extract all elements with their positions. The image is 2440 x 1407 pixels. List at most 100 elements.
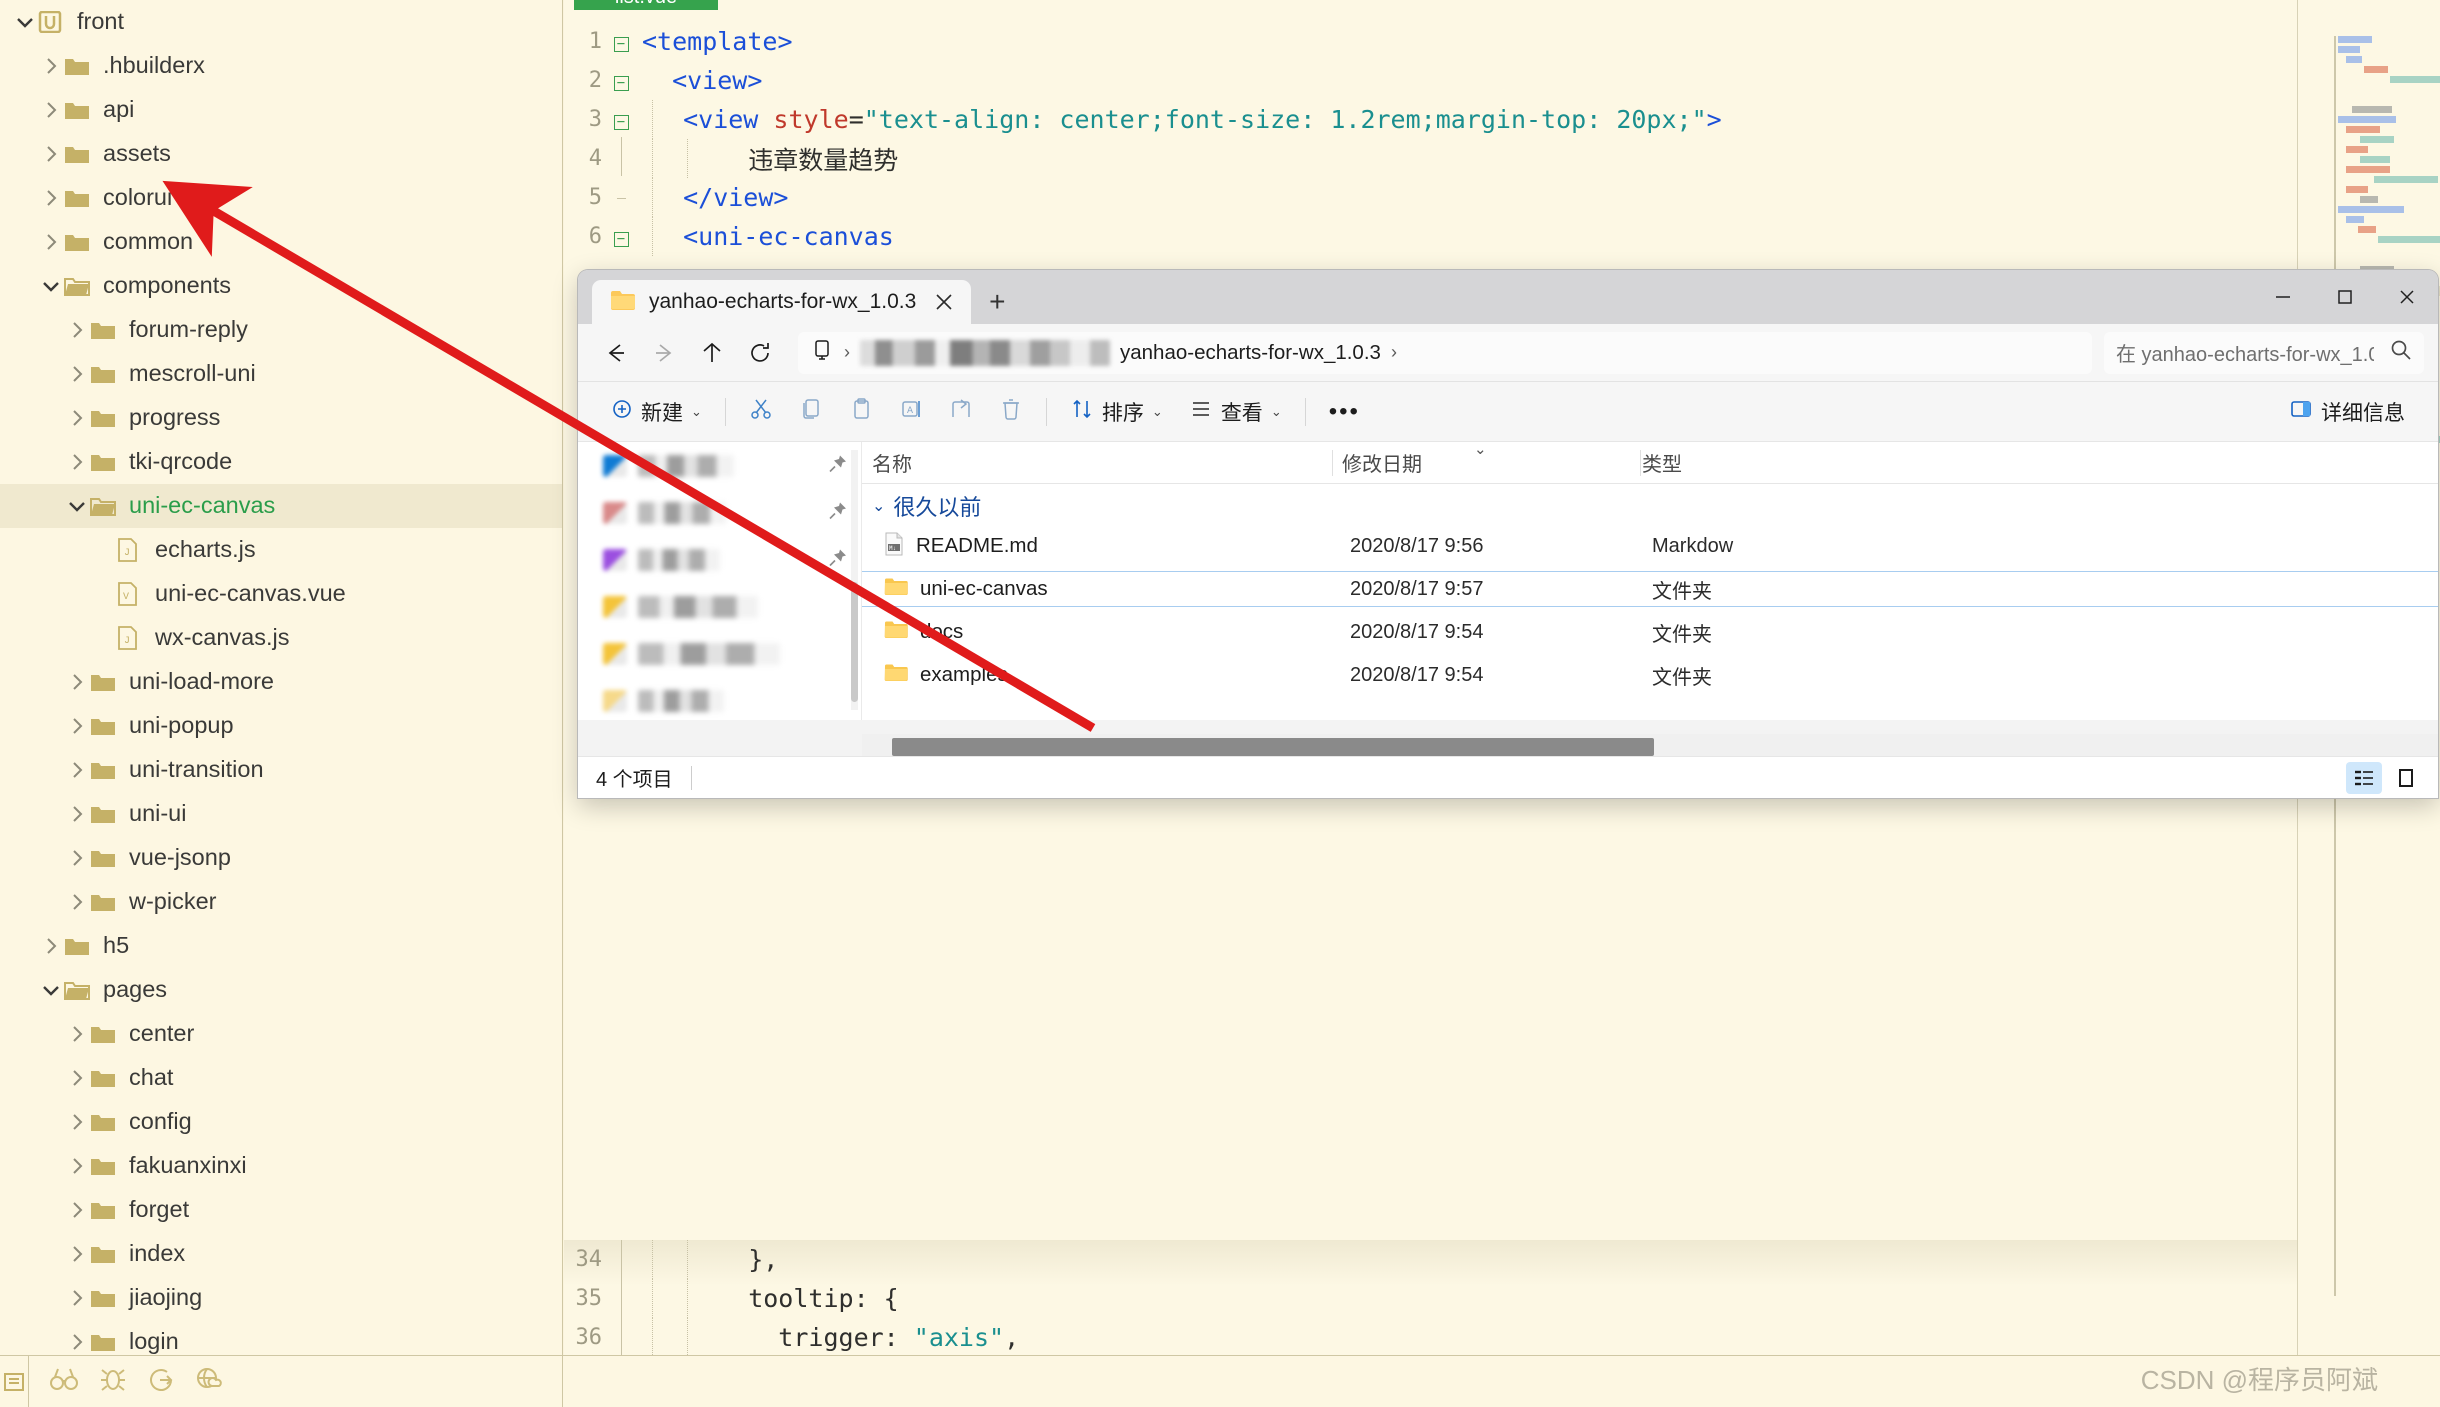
- large-icons-view-button[interactable]: [2388, 762, 2424, 794]
- ide-tool-icons[interactable]: [28, 1355, 563, 1407]
- tree-item-jiaojing[interactable]: jiaojing: [0, 1276, 562, 1320]
- chevron-right-icon[interactable]: [64, 1157, 90, 1175]
- chevron-right-icon[interactable]: [64, 1069, 90, 1087]
- chevron-right-icon[interactable]: [38, 145, 64, 163]
- chevron-right-icon[interactable]: [64, 1245, 90, 1263]
- tree-item-uni-popup[interactable]: uni-popup: [0, 704, 562, 748]
- chevron-down-icon-view[interactable]: ⌄: [1271, 404, 1282, 420]
- chevron-right-icon[interactable]: [64, 673, 90, 691]
- quick-access-item[interactable]: [578, 442, 861, 489]
- file-name-cell[interactable]: docs: [862, 620, 963, 645]
- chevron-right-icon[interactable]: [64, 1201, 90, 1219]
- tree-item-w-picker[interactable]: w-picker: [0, 880, 562, 924]
- code-lines-top[interactable]: 1− <template> 2− <view> 3− <view style="tex…: [564, 0, 2297, 256]
- quick-access-item[interactable]: [578, 630, 861, 677]
- view-button[interactable]: 查看 ⌄: [1176, 390, 1295, 434]
- tree-item-uni-ui[interactable]: uni-ui: [0, 792, 562, 836]
- tree-item-config[interactable]: config: [0, 1100, 562, 1144]
- chevron-down-icon[interactable]: [38, 280, 64, 293]
- breadcrumb-separator[interactable]: ›: [844, 342, 850, 363]
- tree-item--hbuilderx[interactable]: .hbuilderx: [0, 44, 562, 88]
- delete-button[interactable]: [986, 390, 1036, 434]
- tree-item-uni-load-more[interactable]: uni-load-more: [0, 660, 562, 704]
- code-line[interactable]: 34 },: [564, 1240, 2297, 1279]
- search-icon[interactable]: [2390, 339, 2412, 366]
- file-name-cell[interactable]: examples: [862, 663, 1008, 688]
- chevron-right-icon[interactable]: [64, 1113, 90, 1131]
- quick-access-item[interactable]: [578, 583, 861, 630]
- chevron-right-icon[interactable]: [64, 1289, 90, 1307]
- code-lines-bottom[interactable]: 34 },35 tooltip: {36 trigger: "axis",37 …: [564, 1240, 2297, 1355]
- breadcrumb-current-folder[interactable]: yanhao-echarts-for-wx_1.0.3: [1120, 341, 1381, 365]
- file-explorer-window[interactable]: yanhao-echarts-for-wx_1.0.3 + › yanhao-e…: [578, 270, 2438, 798]
- chevron-right-icon[interactable]: [64, 805, 90, 823]
- explorer-tab-strip[interactable]: yanhao-echarts-for-wx_1.0.3 +: [578, 270, 1023, 324]
- project-explorer-panel[interactable]: front .hbuilderx api assets colorui common com…: [0, 0, 563, 1355]
- forward-button[interactable]: [640, 331, 688, 375]
- sort-button[interactable]: 排序 ⌄: [1057, 390, 1176, 434]
- panel-toggle-icon[interactable]: [0, 1371, 28, 1393]
- chevron-right-icon[interactable]: [64, 409, 90, 427]
- tree-item-login[interactable]: login: [0, 1320, 562, 1355]
- chevron-right-icon[interactable]: [38, 101, 64, 119]
- ide-bottom-toolbar[interactable]: [0, 1355, 2440, 1407]
- breadcrumb-chevron-icon[interactable]: ›: [1391, 342, 1397, 363]
- explorer-tab[interactable]: yanhao-echarts-for-wx_1.0.3: [592, 280, 972, 324]
- quick-access-list[interactable]: [578, 442, 861, 720]
- tree-item-tki-qrcode[interactable]: tki-qrcode: [0, 440, 562, 484]
- tree-item-vue-jsonp[interactable]: vue-jsonp: [0, 836, 562, 880]
- file-row[interactable]: M↓ README.md 2020/8/17 9:56 Markdow: [862, 528, 2438, 564]
- tree-item-common[interactable]: common: [0, 220, 562, 264]
- code-line[interactable]: 4 违章数量趋势: [564, 136, 2297, 178]
- back-button[interactable]: [592, 331, 640, 375]
- fold-toggle-icon[interactable]: −: [608, 31, 634, 53]
- tree-item-assets[interactable]: assets: [0, 132, 562, 176]
- tree-item-wx-canvas-js[interactable]: Jwx-canvas.js: [0, 616, 562, 660]
- more-options-button[interactable]: •••: [1316, 390, 1373, 434]
- quick-access-item[interactable]: [578, 489, 861, 536]
- search-box[interactable]: 在 yanhao-echarts-for-wx_1.0.3 中: [2104, 331, 2424, 374]
- chevron-right-icon[interactable]: [64, 321, 90, 339]
- chevron-right-icon[interactable]: [64, 893, 90, 911]
- code-line[interactable]: 3− <view style="text-align: center;font-…: [564, 100, 2297, 139]
- file-name-cell[interactable]: M↓ README.md: [862, 532, 1038, 561]
- new-tab-button[interactable]: +: [971, 280, 1023, 324]
- tree-item-uni-ec-canvas[interactable]: uni-ec-canvas: [0, 484, 562, 528]
- explorer-navigation-bar[interactable]: › yanhao-echarts-for-wx_1.0.3 › 在 yanhao…: [578, 324, 2438, 382]
- code-editor-lower[interactable]: 34 },35 tooltip: {36 trigger: "axis",37 …: [564, 1240, 2297, 1355]
- tree-item-api[interactable]: api: [0, 88, 562, 132]
- copy-button[interactable]: [786, 390, 836, 434]
- navpane-scrollbar[interactable]: [850, 442, 859, 720]
- explorer-command-bar[interactable]: 新建 ⌄ A 排序 ⌄ 查看 ⌄ ••• 详细信息: [578, 382, 2438, 442]
- column-header-type[interactable]: 类型: [1632, 448, 1832, 477]
- new-button[interactable]: 新建 ⌄: [598, 390, 715, 434]
- fold-toggle-icon[interactable]: −: [608, 70, 634, 92]
- chevron-down-icon[interactable]: [12, 16, 38, 29]
- tree-item-echarts-js[interactable]: Jecharts.js: [0, 528, 562, 572]
- run-arrow-icon[interactable]: [147, 1366, 175, 1397]
- chevron-down-icon[interactable]: [64, 500, 90, 513]
- quick-access-item[interactable]: [578, 536, 861, 583]
- tree-item-colorui[interactable]: colorui: [0, 176, 562, 220]
- tree-item-uni-transition[interactable]: uni-transition: [0, 748, 562, 792]
- explorer-title-bar[interactable]: yanhao-echarts-for-wx_1.0.3 +: [578, 270, 2438, 324]
- close-window-button[interactable]: [2376, 270, 2438, 324]
- file-list-header[interactable]: 名称 修改日期 类型 ⌄: [862, 442, 2438, 484]
- details-view-button[interactable]: [2346, 761, 2382, 794]
- fold-toggle-icon[interactable]: −: [608, 109, 634, 131]
- share-button[interactable]: [936, 390, 986, 434]
- tree-item-uni-ec-canvas-vue[interactable]: Vuni-ec-canvas.vue: [0, 572, 562, 616]
- column-header-name[interactable]: 名称: [862, 448, 1332, 477]
- tree-item-forum-reply[interactable]: forum-reply: [0, 308, 562, 352]
- chevron-right-icon[interactable]: [64, 849, 90, 867]
- editor-file-tab[interactable]: list.vue: [574, 0, 718, 10]
- cloud-globe-icon[interactable]: [195, 1366, 225, 1397]
- bug-icon[interactable]: [99, 1366, 127, 1397]
- window-controls[interactable]: [2252, 270, 2438, 324]
- tree-item-pages[interactable]: pages: [0, 968, 562, 1012]
- binoculars-icon[interactable]: [49, 1366, 79, 1397]
- file-row[interactable]: docs 2020/8/17 9:54 文件夹: [862, 614, 2438, 650]
- code-line[interactable]: 2− <view>: [564, 61, 2297, 100]
- tree-item-progress[interactable]: progress: [0, 396, 562, 440]
- maximize-button[interactable]: [2314, 270, 2376, 324]
